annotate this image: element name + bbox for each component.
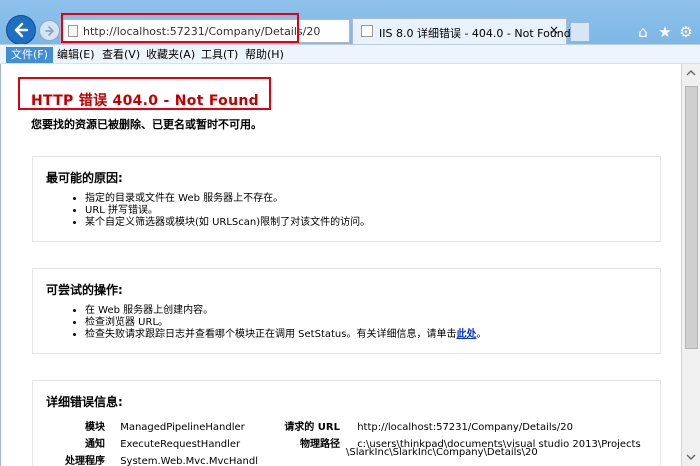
list-item: 检查浏览器 URL。	[85, 317, 486, 329]
error-subtitle: 您要找的资源已被删除、已更名或暂时不可用。	[31, 118, 262, 131]
panel-detailed-error: 详细错误信息: 模块 ManagedPipelineHandler 通知 Exe…	[32, 380, 661, 466]
detail-value-continuation: \SlarkInc\SlarkInc\Company\Details\20	[346, 447, 538, 458]
panel-things-to-try: 可尝试的操作: 在 Web 服务器上创建内容。 检查浏览器 URL。 检查失败请…	[32, 268, 661, 354]
menu-file[interactable]: 文件(F)	[6, 47, 53, 63]
back-arrow-icon	[14, 22, 29, 38]
scroll-down-button[interactable]	[682, 448, 700, 466]
menu-view[interactable]: 查看(V)	[97, 47, 145, 63]
star-icon[interactable]: ★	[656, 23, 674, 41]
detail-row-requested-url: 请求的 URL http://localhost:57231/Company/D…	[274, 418, 573, 433]
detail-row-module: 模块 ManagedPipelineHandler	[57, 418, 245, 433]
browser-chrome: http://localhost:57231/Company/Details/2…	[0, 0, 700, 64]
menu-edit[interactable]: 编辑(E)	[52, 47, 100, 63]
chevron-down-icon	[686, 454, 696, 460]
vertical-scrollbar[interactable]	[681, 64, 700, 466]
detail-value: ManagedPipelineHandler	[120, 422, 245, 433]
list-item: 指定的目录或文件在 Web 服务器上不存在。	[85, 193, 370, 205]
list-item: URL 拼写错误。	[85, 205, 370, 217]
list-item: 检查失败请求跟踪日志并查看哪个模块正在调用 SetStatus。有关详细信息，请…	[85, 329, 486, 341]
title-highlight-box	[18, 77, 271, 110]
tab-close-icon[interactable]: ×	[549, 23, 559, 37]
forward-arrow-icon	[44, 25, 54, 36]
menu-tools[interactable]: 工具(T)	[196, 47, 243, 63]
list-item-text: 检查失败请求跟踪日志并查看哪个模块正在调用 SetStatus。有关详细信息，请…	[85, 329, 457, 340]
menu-help[interactable]: 帮助(H)	[240, 47, 289, 63]
new-tab-button[interactable]	[570, 22, 590, 42]
scroll-up-button[interactable]	[682, 64, 700, 82]
back-button[interactable]	[6, 15, 36, 45]
menu-bar: 文件(F) 编辑(E) 查看(V) 收藏夹(A) 工具(T) 帮助(H)	[0, 44, 700, 64]
tab-title: IIS 8.0 详细错误 - 404.0 - Not Found	[379, 27, 571, 40]
detail-row-handler: 处理程序 System.Web.Mvc.MvcHandl	[57, 452, 258, 466]
tab-iis-error[interactable]: IIS 8.0 详细错误 - 404.0 - Not Found ×	[352, 18, 571, 44]
gear-icon[interactable]: ⚙	[677, 23, 695, 41]
detail-label: 模块	[85, 422, 105, 433]
scroll-thumb[interactable]	[685, 86, 698, 349]
detail-label: 物理路径	[300, 439, 340, 450]
detail-value: ExecuteRequestHandler	[120, 439, 241, 450]
forward-button[interactable]	[39, 20, 60, 41]
page-icon	[361, 25, 373, 37]
chevron-up-icon	[686, 70, 696, 76]
causes-list: 指定的目录或文件在 Web 服务器上不存在。 URL 拼写错误。 某个自定义筛选…	[73, 193, 370, 229]
panel-likely-causes: 最可能的原因: 指定的目录或文件在 Web 服务器上不存在。 URL 拼写错误。…	[32, 156, 661, 242]
list-item: 某个自定义筛选器或模块(如 URLScan)限制了对该文件的访问。	[85, 217, 370, 229]
menu-favorites[interactable]: 收藏夹(A)	[141, 47, 200, 63]
list-item: 在 Web 服务器上创建内容。	[85, 305, 486, 317]
panel-title: 最可能的原因:	[46, 171, 123, 185]
detail-label: 处理程序	[65, 456, 105, 466]
detail-label: 请求的 URL	[284, 422, 340, 433]
page-content: HTTP 错误 404.0 - Not Found 您要找的资源已被删除、已更名…	[0, 64, 681, 466]
home-icon[interactable]: ⌂	[634, 23, 652, 41]
detail-value: System.Web.Mvc.MvcHandl	[120, 456, 259, 466]
detail-value: http://localhost:57231/Company/Details/2…	[357, 422, 573, 433]
actions-list: 在 Web 服务器上创建内容。 检查浏览器 URL。 检查失败请求跟踪日志并查看…	[73, 305, 486, 341]
list-item-suffix: 。	[476, 329, 487, 340]
detail-row-notification: 通知 ExecuteRequestHandler	[57, 435, 240, 450]
panel-title: 可尝试的操作:	[46, 283, 123, 297]
panel-title: 详细错误信息:	[46, 395, 123, 409]
address-highlight-box	[61, 13, 299, 43]
details-link[interactable]: 此处	[456, 329, 476, 340]
detail-label: 通知	[85, 439, 105, 450]
